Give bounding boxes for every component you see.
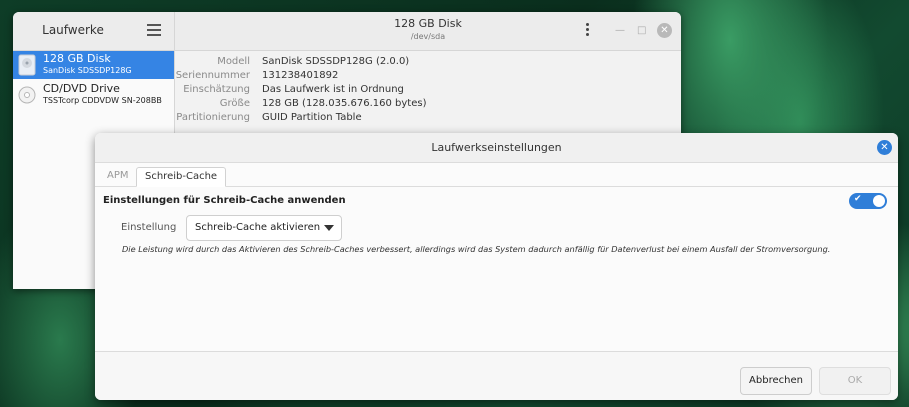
tab-apm[interactable]: APM — [99, 167, 137, 185]
info-value: SanDisk SDSSDP128G (2.0.0) — [262, 56, 410, 67]
write-cache-dropdown[interactable]: Schreib-Cache aktivieren — [186, 215, 342, 241]
setting-label: Einstellung — [121, 222, 177, 233]
chevron-down-icon — [324, 225, 334, 231]
info-key: Modell — [217, 56, 250, 67]
info-row-size: Größe 128 GB (128.035.676.160 bytes) — [175, 98, 681, 111]
info-value: 131238401892 — [262, 70, 339, 81]
drive-model: TSSTcorp CDDVDW SN-208BB — [43, 96, 162, 105]
close-icon[interactable]: ✕ — [657, 23, 672, 38]
tab-bar: APM Schreib-Cache — [95, 164, 898, 187]
dialog-footer: Abbrechen OK — [95, 351, 898, 400]
drive-settings-dialog: Laufwerkseinstellungen ✕ APM Schreib-Cac… — [95, 133, 898, 400]
ok-button[interactable]: OK — [819, 367, 891, 395]
sidebar-header: Laufwerke — [13, 12, 175, 51]
write-cache-setting-label: Einstellungen für Schreib-Cache anwenden — [103, 195, 346, 206]
dropdown-value: Schreib-Cache aktivieren — [195, 222, 321, 233]
sidebar-title: Laufwerke — [42, 23, 104, 37]
main-header: 128 GB Disk /dev/sda — □ ✕ — [175, 12, 681, 51]
drive-name: 128 GB Disk — [43, 52, 111, 65]
cancel-button[interactable]: Abbrechen — [740, 367, 812, 395]
tab-write-cache[interactable]: Schreib-Cache — [136, 167, 227, 187]
check-icon: ✔ — [854, 194, 862, 204]
write-cache-toggle[interactable]: ✔ — [849, 193, 887, 209]
disk-icon — [18, 54, 36, 76]
maximize-icon[interactable]: □ — [637, 25, 646, 36]
optical-disc-icon — [18, 86, 36, 104]
info-value: Das Laufwerk ist in Ordnung — [262, 84, 404, 95]
dialog-title: Laufwerkseinstellungen — [431, 141, 562, 154]
minimize-icon[interactable]: — — [615, 25, 625, 36]
info-row-model: Modell SanDisk SDSSDP128G (2.0.0) — [175, 56, 681, 69]
info-key: Einschätzung — [183, 84, 250, 95]
drive-item-cd-dvd[interactable]: CD/DVD Drive TSSTcorp CDDVDW SN-208BB — [13, 81, 174, 109]
info-row-assessment: Einschätzung Das Laufwerk ist in Ordnung — [175, 84, 681, 97]
toggle-knob — [873, 195, 885, 207]
drive-model: SanDisk SDSSDP128G — [43, 66, 132, 75]
write-cache-description: Die Leistung wird durch das Aktivieren d… — [122, 244, 831, 254]
info-key: Seriennummer — [175, 70, 250, 81]
info-row-serial: Seriennummer 131238401892 — [175, 70, 681, 83]
window-subtitle: /dev/sda — [410, 32, 446, 41]
drive-item-128gb[interactable]: 128 GB Disk SanDisk SDSSDP128G — [13, 51, 174, 79]
info-key: Größe — [219, 98, 250, 109]
window-title: 128 GB Disk — [394, 17, 462, 30]
drive-name: CD/DVD Drive — [43, 82, 120, 95]
close-icon[interactable]: ✕ — [877, 140, 892, 155]
kebab-menu-icon[interactable] — [586, 23, 590, 38]
dialog-header: Laufwerkseinstellungen ✕ — [95, 133, 898, 163]
info-key: Partitionierung — [176, 112, 250, 123]
info-row-partitioning: Partitionierung GUID Partition Table — [175, 112, 681, 125]
hamburger-menu-icon[interactable] — [147, 24, 161, 36]
info-value: 128 GB (128.035.676.160 bytes) — [262, 98, 427, 109]
info-value: GUID Partition Table — [262, 112, 362, 123]
